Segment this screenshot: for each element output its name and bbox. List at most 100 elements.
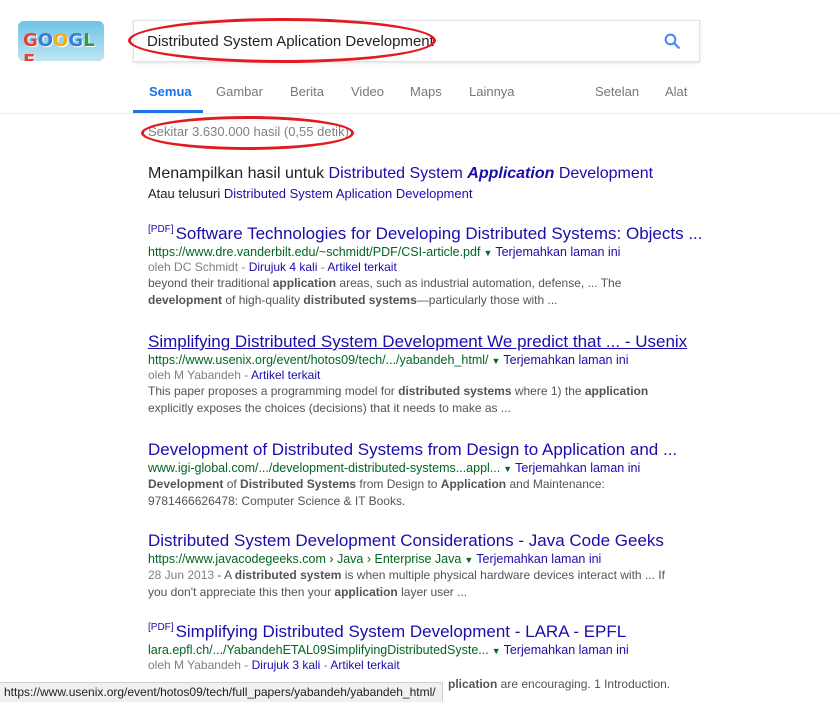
search-result: Simplifying Distributed System Developme… xyxy=(148,332,688,417)
snippet-highlight: distributed systems xyxy=(398,384,512,398)
cited-by-link[interactable]: Dirujuk 3 kali xyxy=(252,658,321,672)
corrected-query-part: Distributed System xyxy=(328,165,463,182)
browser-status-bar: https://www.usenix.org/event/hotos09/tec… xyxy=(0,682,443,702)
logo-letter: G xyxy=(23,30,38,51)
corrected-query-link[interactable]: Distributed System Application Developme… xyxy=(329,165,654,182)
result-meta: oleh M Yabandeh - Artikel terkait xyxy=(148,368,688,382)
result-url: https://www.javacodegeeks.com › Java › E… xyxy=(148,552,462,566)
related-articles-link[interactable]: Artikel terkait xyxy=(327,260,396,274)
result-url: https://www.dre.vanderbilt.edu/~schmidt/… xyxy=(148,245,481,259)
result-snippet: plication are encouraging. 1 Introductio… xyxy=(448,677,708,691)
pdf-badge: [PDF] xyxy=(148,224,174,236)
snippet-text: where 1) the xyxy=(511,384,585,398)
result-author: oleh M Yabandeh - xyxy=(148,368,251,382)
result-title-text[interactable]: Software Technologies for Developing Dis… xyxy=(176,224,703,243)
result-title[interactable]: Development of Distributed Systems from … xyxy=(148,440,688,460)
active-tab-indicator xyxy=(133,110,203,113)
snippet-highlight: application xyxy=(334,585,398,599)
result-title-text[interactable]: Simplifying Distributed System Developme… xyxy=(176,622,627,641)
result-title[interactable]: Distributed System Development Considera… xyxy=(148,531,688,551)
original-query-link[interactable]: Distributed System Aplication Developmen… xyxy=(224,186,473,201)
meta-separator: - xyxy=(317,260,328,274)
red-annotation-oval xyxy=(128,18,436,63)
result-snippet: This paper proposes a programming model … xyxy=(148,383,688,417)
corrected-word: Application xyxy=(467,165,555,182)
result-url-line: https://www.dre.vanderbilt.edu/~schmidt/… xyxy=(148,245,688,259)
snippet-text: - A xyxy=(214,568,235,582)
logo-letter: E xyxy=(23,51,35,61)
result-meta: oleh DC Schmidt - Dirujuk 4 kali - Artik… xyxy=(148,260,688,274)
logo-letter: G xyxy=(68,30,84,51)
snippet-highlight: development xyxy=(148,293,223,307)
snippet-highlight: Development xyxy=(148,477,224,491)
snippet-highlight: distributed systems xyxy=(303,293,417,307)
google-doodle-logo[interactable]: GOOGLE xyxy=(18,21,104,61)
snippet-text: explicitly exposes the choices (decision… xyxy=(148,401,511,415)
snippet-text: you don't appreciate this then your xyxy=(148,585,335,599)
related-articles-link[interactable]: Artikel terkait xyxy=(251,368,320,382)
showing-prefix: Menampilkan hasil untuk xyxy=(148,165,325,182)
translate-link[interactable]: Terjemahkan laman ini xyxy=(504,643,629,657)
tab-all[interactable]: Semua xyxy=(149,84,192,99)
translate-link[interactable]: Terjemahkan laman ini xyxy=(503,353,628,367)
dropdown-arrow-icon[interactable]: ▼ xyxy=(492,646,501,656)
dropdown-arrow-icon[interactable]: ▼ xyxy=(483,248,492,258)
cited-by-link[interactable]: Dirujuk 4 kali xyxy=(249,260,318,274)
result-author: oleh DC Schmidt - xyxy=(148,260,249,274)
snippet-text: from Design to xyxy=(356,477,441,491)
result-title[interactable]: Simplifying Distributed System Developme… xyxy=(148,332,688,352)
result-snippet: beyond their traditional application are… xyxy=(148,275,688,309)
snippet-highlight: application xyxy=(272,276,337,290)
result-title[interactable]: [PDF] Simplifying Distributed System Deve… xyxy=(148,622,688,642)
search-result: Development of Distributed Systems from … xyxy=(148,440,688,510)
dropdown-arrow-icon[interactable]: ▼ xyxy=(491,356,500,366)
spelling-correction: Menampilkan hasil untuk Distributed Syst… xyxy=(148,165,653,183)
instead-prefix: Atau telusuri xyxy=(148,186,221,201)
snippet-text: This paper proposes a programming model … xyxy=(148,384,399,398)
tab-settings[interactable]: Setelan xyxy=(595,84,639,99)
corrected-query-part: Development xyxy=(558,165,654,182)
result-snippet: 28 Jun 2013 - A distributed system is wh… xyxy=(148,567,688,601)
search-result: Distributed System Development Considera… xyxy=(148,531,688,601)
snippet-highlight: plication xyxy=(448,677,498,691)
result-url: lara.epfl.ch/.../YabandehETAL09Simplifyi… xyxy=(148,643,489,657)
meta-separator: - xyxy=(320,658,331,672)
snippet-highlight: Distributed Systems xyxy=(240,477,357,491)
tab-more[interactable]: Lainnya xyxy=(469,84,515,99)
result-url: www.igi-global.com/.../development-distr… xyxy=(148,461,501,475)
snippet-text: are encouraging. 1 Introduction. xyxy=(497,677,671,691)
translate-link[interactable]: Terjemahkan laman ini xyxy=(495,245,620,259)
tab-videos[interactable]: Video xyxy=(351,84,384,99)
result-url-line: www.igi-global.com/.../development-distr… xyxy=(148,461,688,475)
tab-tools[interactable]: Alat xyxy=(665,84,687,99)
snippet-text: layer user ... xyxy=(397,585,468,599)
snippet-text: —particularly those with ... xyxy=(416,293,558,307)
dropdown-arrow-icon[interactable]: ▼ xyxy=(464,555,473,565)
snippet-text: areas, such as industrial automation, de… xyxy=(336,276,622,290)
result-author: oleh M Yabandeh - xyxy=(148,658,252,672)
red-annotation-oval xyxy=(141,116,354,150)
dropdown-arrow-icon[interactable]: ▼ xyxy=(503,464,512,474)
tab-images[interactable]: Gambar xyxy=(216,84,263,99)
translate-link[interactable]: Terjemahkan laman ini xyxy=(476,552,601,566)
snippet-text: of high-quality xyxy=(222,293,304,307)
tab-maps[interactable]: Maps xyxy=(410,84,442,99)
tab-news[interactable]: Berita xyxy=(290,84,324,99)
search-icon[interactable] xyxy=(663,32,681,50)
snippet-text: of xyxy=(223,477,241,491)
translate-link[interactable]: Terjemahkan laman ini xyxy=(515,461,640,475)
header: GOOGLE Distributed System Aplication Dev… xyxy=(0,0,840,114)
search-tabs: Semua Gambar Berita Video Maps Lainnya S… xyxy=(0,76,840,113)
result-url-line: https://www.javacodegeeks.com › Java › E… xyxy=(148,552,688,566)
snippet-text: beyond their traditional xyxy=(148,276,273,290)
result-url-line: lara.epfl.ch/.../YabandehETAL09Simplifyi… xyxy=(148,643,688,657)
search-result: [PDF] Software Technologies for Developin… xyxy=(148,224,703,309)
logo-letter: O xyxy=(53,30,69,51)
result-snippet: Development of Distributed Systems from … xyxy=(148,476,688,510)
snippet-text: and Maintenance: xyxy=(506,477,605,491)
related-articles-link[interactable]: Artikel terkait xyxy=(330,658,399,672)
result-title[interactable]: [PDF] Software Technologies for Developin… xyxy=(148,224,703,244)
result-meta: oleh M Yabandeh - Dirujuk 3 kali - Artik… xyxy=(148,658,688,672)
result-date: 28 Jun 2013 xyxy=(148,568,215,582)
search-result: [PDF] Simplifying Distributed System Deve… xyxy=(148,622,688,672)
